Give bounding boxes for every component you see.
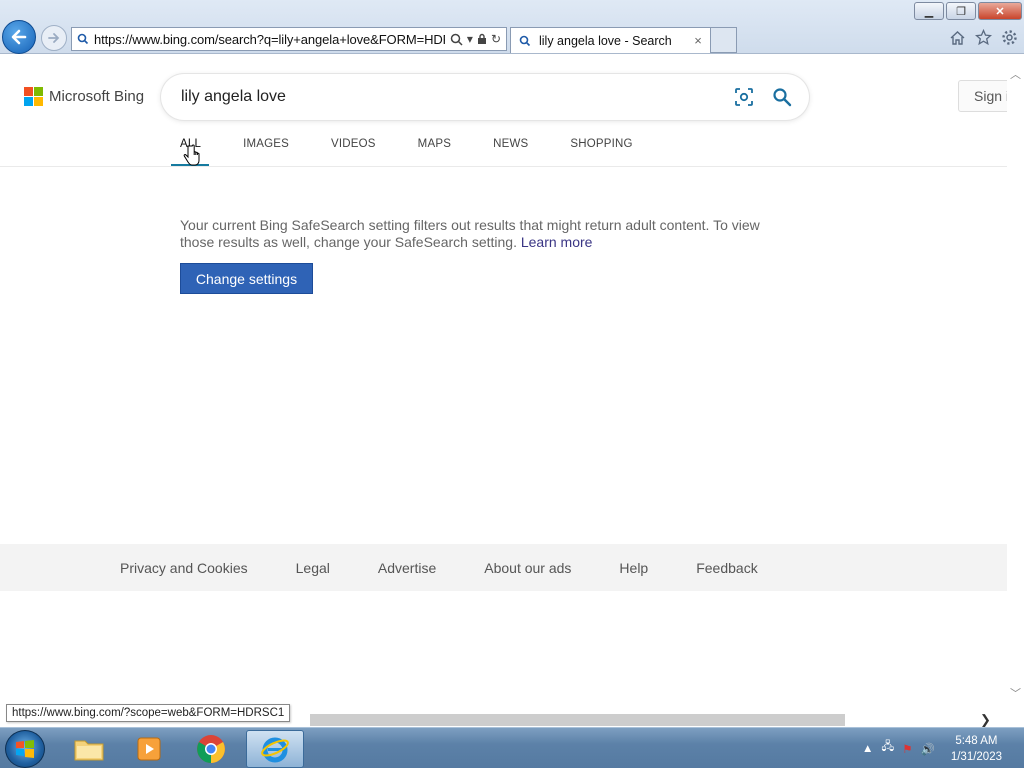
- tab-images[interactable]: IMAGES: [243, 138, 289, 150]
- minimize-button[interactable]: ▁: [914, 2, 944, 20]
- internet-explorer-icon: [261, 737, 289, 763]
- address-bar[interactable]: https://www.bing.com/search?q=lily+angel…: [71, 27, 507, 51]
- taskbar-chrome[interactable]: [182, 730, 240, 768]
- start-button[interactable]: [5, 730, 45, 768]
- bing-logo[interactable]: Microsoft Bing: [24, 87, 144, 106]
- clock-date: 1/31/2023: [950, 750, 1002, 763]
- safesearch-message: Your current Bing SafeSearch setting fil…: [180, 217, 780, 251]
- sign-in-button[interactable]: Sign i: [958, 80, 1007, 112]
- back-button[interactable]: [2, 20, 36, 54]
- dropdown-icon[interactable]: ▾: [467, 32, 473, 46]
- star-icon[interactable]: [975, 29, 992, 46]
- tab-videos[interactable]: VIDEOS: [331, 138, 376, 150]
- search-box[interactable]: lily angela love: [161, 74, 809, 120]
- system-tray: ▲ 🖧 ⚑ 🔊 5:48 AM 1/31/2023: [862, 728, 1024, 769]
- status-bar-url: https://www.bing.com/?scope=web&FORM=HDR…: [6, 704, 291, 722]
- clock[interactable]: 5:48 AM 1/31/2023: [951, 733, 1002, 765]
- microsoft-logo-icon: [24, 87, 43, 106]
- scroll-right-icon[interactable]: ❯: [980, 712, 991, 728]
- footer-link-feedback[interactable]: Feedback: [696, 560, 757, 576]
- tab-close-icon[interactable]: ×: [686, 33, 710, 48]
- change-settings-button[interactable]: Change settings: [180, 263, 313, 294]
- vertical-scrollbar[interactable]: ︿ ﹀: [1007, 54, 1024, 713]
- tray-expand-icon[interactable]: ▲: [862, 743, 873, 755]
- address-url[interactable]: https://www.bing.com/search?q=lily+angel…: [94, 32, 445, 47]
- safesearch-text: Your current Bing SafeSearch setting fil…: [180, 217, 760, 250]
- forward-arrow-icon: [48, 33, 60, 43]
- tab-current[interactable]: lily angela love - Search ×: [510, 27, 711, 53]
- tab-maps[interactable]: MAPS: [418, 138, 451, 150]
- tab-title: lily angela love - Search: [539, 33, 672, 48]
- browser-titlebar: ▁ ❐ ✕ https://www.bing.com/search?q=lily…: [0, 0, 1024, 54]
- scrollbar-thumb[interactable]: [310, 714, 845, 726]
- folder-icon: [74, 740, 104, 761]
- tab-shopping[interactable]: SHOPPING: [570, 138, 632, 150]
- page-footer: Privacy and Cookies Legal Advertise Abou…: [0, 544, 1007, 591]
- chrome-icon: [197, 735, 225, 763]
- media-player-icon: [137, 737, 161, 761]
- network-icon[interactable]: 🖧: [881, 739, 894, 758]
- browser-tools: [949, 29, 1018, 46]
- windows-logo-icon: [16, 740, 34, 758]
- visual-search-icon[interactable]: [725, 87, 763, 107]
- header-divider: [0, 166, 1007, 167]
- new-tab-button[interactable]: [711, 27, 737, 53]
- learn-more-link[interactable]: Learn more: [521, 234, 593, 250]
- tab-news[interactable]: NEWS: [493, 138, 528, 150]
- hand-cursor-icon: [183, 144, 200, 166]
- footer-link-privacy[interactable]: Privacy and Cookies: [120, 560, 248, 576]
- refresh-icon[interactable]: ↻: [491, 32, 501, 46]
- search-icon: [72, 33, 94, 45]
- taskbar: ▲ 🖧 ⚑ 🔊 5:48 AM 1/31/2023: [0, 727, 1024, 768]
- lock-icon[interactable]: [477, 33, 487, 45]
- search-icon: [519, 35, 531, 46]
- window-controls: ▁ ❐ ✕: [914, 2, 1022, 20]
- scroll-up-icon[interactable]: ︿: [1010, 66, 1021, 82]
- restore-button[interactable]: ❐: [946, 2, 976, 20]
- footer-link-advertise[interactable]: Advertise: [378, 560, 436, 576]
- footer-link-help[interactable]: Help: [619, 560, 648, 576]
- search-icon[interactable]: [763, 87, 801, 107]
- footer-link-legal[interactable]: Legal: [296, 560, 330, 576]
- search-input[interactable]: lily angela love: [181, 88, 725, 106]
- clock-time: 5:48 AM: [955, 734, 998, 747]
- page-content: Microsoft Bing lily angela love Sign i A…: [0, 54, 1007, 713]
- taskbar-media-player[interactable]: [120, 730, 178, 768]
- home-icon[interactable]: [949, 29, 966, 46]
- taskbar-file-explorer[interactable]: [60, 730, 118, 768]
- taskbar-internet-explorer[interactable]: [246, 730, 304, 768]
- search-icon[interactable]: [450, 33, 463, 46]
- volume-icon[interactable]: 🔊: [921, 742, 935, 756]
- search-scope-tabs: ALL IMAGES VIDEOS MAPS NEWS SHOPPING: [180, 138, 675, 150]
- logo-text: Microsoft Bing: [49, 88, 145, 105]
- scroll-down-icon[interactable]: ﹀: [1010, 685, 1021, 701]
- forward-button[interactable]: [41, 25, 67, 51]
- back-arrow-icon: [11, 29, 27, 45]
- footer-link-about-ads[interactable]: About our ads: [484, 560, 571, 576]
- gear-icon[interactable]: [1001, 29, 1018, 46]
- action-center-icon[interactable]: ⚑: [902, 742, 912, 756]
- close-button[interactable]: ✕: [978, 2, 1022, 20]
